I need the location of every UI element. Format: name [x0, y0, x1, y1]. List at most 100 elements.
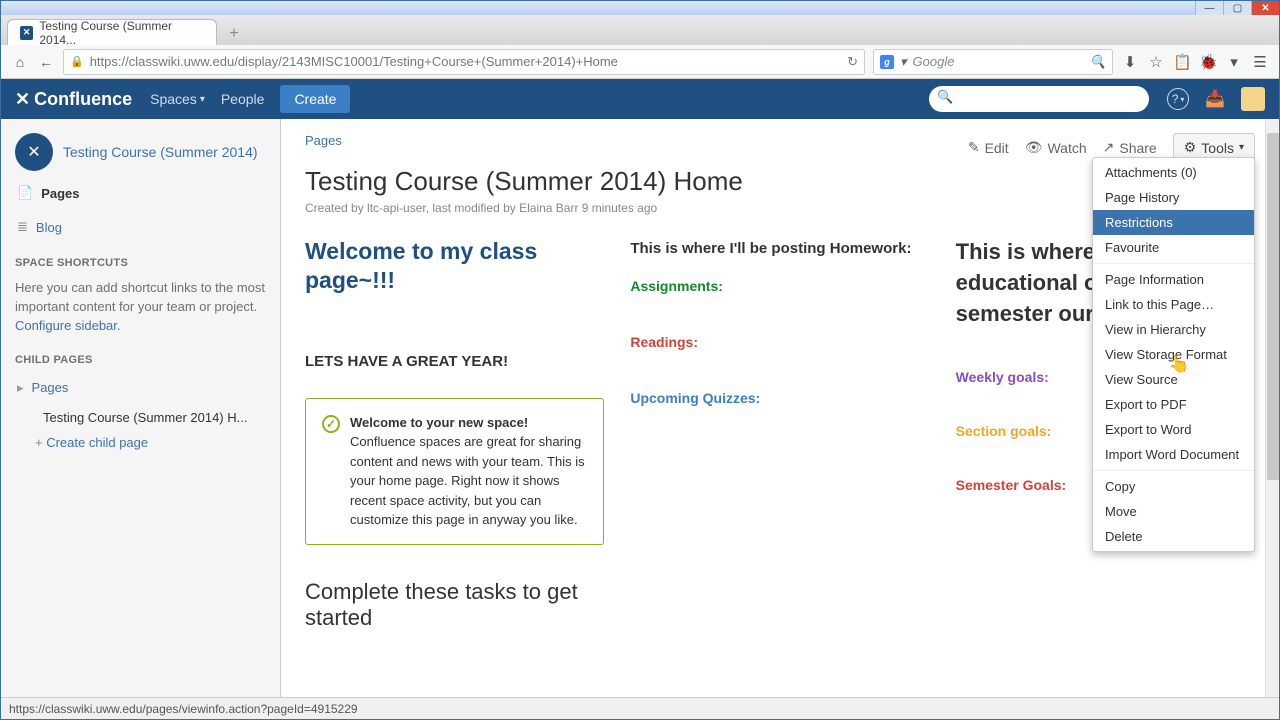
confluence-body: ✕ Testing Course (Summer 2014) 📄 Pages ≣… — [1, 119, 1279, 697]
confluence-logo[interactable]: ✕ Confluence — [15, 89, 132, 110]
clipboard-icon[interactable]: 📋 — [1173, 53, 1191, 71]
tools-label: Tools — [1201, 140, 1234, 156]
search-icon[interactable]: 🔍 — [1090, 54, 1106, 70]
browser-tab-active[interactable]: ✕ Testing Course (Summer 2014... — [7, 19, 217, 45]
browser-statusbar: https://classwiki.uww.edu/pages/viewinfo… — [1, 697, 1279, 719]
blog-icon: ≣ — [17, 219, 28, 235]
column-left: Welcome to my class page~!!! LETS HAVE A… — [305, 237, 604, 631]
readings-label: Readings: — [630, 334, 929, 350]
eye-icon: 👁 — [1025, 139, 1043, 156]
sidebar-shortcuts-text: Here you can add shortcut links to the m… — [15, 280, 265, 314]
share-icon: ↗ — [1103, 139, 1115, 156]
back-icon[interactable]: ← — [37, 54, 55, 70]
create-child-label: Create child page — [46, 435, 148, 450]
user-avatar[interactable] — [1241, 87, 1265, 111]
tools-menu-item-attachments-0[interactable]: Attachments (0) — [1093, 160, 1254, 185]
gear-icon: ⚙ — [1184, 139, 1197, 156]
nav-spaces[interactable]: Spaces ▾ — [150, 91, 205, 107]
browser-toolbar: ⌂ ← 🔒 https://classwiki.uww.edu/display/… — [1, 45, 1279, 79]
tools-menu-item-page-history[interactable]: Page History — [1093, 185, 1254, 210]
window-minimize-button[interactable]: — — [1195, 1, 1223, 15]
watch-button[interactable]: 👁 Watch — [1025, 139, 1087, 156]
tools-menu-item-page-information[interactable]: Page Information — [1093, 267, 1254, 292]
assignments-label: Assignments: — [630, 278, 929, 294]
bookmarks-icon[interactable]: ☆ — [1147, 53, 1165, 71]
url-input[interactable]: 🔒 https://classwiki.uww.edu/display/2143… — [63, 49, 865, 75]
plus-icon: + — [35, 435, 46, 450]
tools-menu-item-restrictions[interactable]: Restrictions — [1093, 210, 1254, 235]
space-icon: ✕ — [15, 133, 53, 171]
space-header[interactable]: ✕ Testing Course (Summer 2014) — [15, 133, 266, 171]
panel-title: Welcome to your new space! — [350, 415, 528, 430]
nav-people[interactable]: People — [221, 91, 265, 107]
status-url: https://classwiki.uww.edu/pages/viewinfo… — [9, 702, 358, 716]
tools-menu-item-export-to-word[interactable]: Export to Word — [1093, 417, 1254, 442]
window-maximize-button[interactable]: ▢ — [1223, 1, 1251, 15]
tools-menu-item-copy[interactable]: Copy — [1093, 474, 1254, 499]
tools-menu-item-delete[interactable]: Delete — [1093, 524, 1254, 549]
panel-body: Welcome to your new space! Confluence sp… — [350, 413, 587, 530]
chevron-down-icon: ▾ — [200, 94, 205, 105]
confluence-favicon-icon: ✕ — [20, 26, 33, 40]
hamburger-icon[interactable]: ☰ — [1251, 53, 1269, 71]
sidebar-item-pages[interactable]: 📄 Pages — [15, 181, 266, 205]
configure-sidebar-link[interactable]: Configure sidebar — [15, 318, 117, 333]
chevron-down-icon: ▾ — [1239, 142, 1244, 153]
sidebar: ✕ Testing Course (Summer 2014) 📄 Pages ≣… — [1, 119, 281, 697]
home-icon[interactable]: ⌂ — [11, 54, 29, 70]
quizzes-label: Upcoming Quizzes: — [630, 390, 929, 406]
sidebar-blog-label: Blog — [36, 220, 62, 235]
share-label: Share — [1119, 140, 1156, 156]
window-titlebar: — ▢ ✕ — [1, 1, 1279, 15]
main-content: Pages ✎ Edit 👁 Watch ↗ Share ⚙ Tools ▾ — [281, 119, 1279, 697]
vertical-scrollbar[interactable] — [1265, 119, 1279, 697]
help-icon[interactable]: ?▾ — [1167, 88, 1189, 110]
scrollbar-thumb[interactable] — [1267, 133, 1279, 480]
create-button[interactable]: Create — [280, 85, 350, 113]
downloads-icon[interactable]: ⬇ — [1121, 53, 1139, 71]
dropdown-icon[interactable]: ▾ — [1225, 53, 1243, 71]
page-icon: ▸ — [17, 380, 24, 396]
edit-button[interactable]: ✎ Edit — [968, 139, 1009, 156]
check-icon: ✓ — [322, 415, 340, 433]
extension-icon[interactable]: 🐞 — [1199, 53, 1217, 71]
confluence-nav: Spaces ▾ People Create — [150, 85, 350, 113]
tools-menu-item-export-to-pdf[interactable]: Export to PDF — [1093, 392, 1254, 417]
tools-menu-item-link-to-this-page[interactable]: Link to this Page… — [1093, 292, 1254, 317]
tools-menu-item-import-word-document[interactable]: Import Word Document — [1093, 442, 1254, 467]
confluence-search-input[interactable] — [929, 86, 1149, 112]
inbox-icon[interactable]: 📥 — [1205, 89, 1225, 109]
window-close-button[interactable]: ✕ — [1251, 1, 1279, 15]
info-panel: ✓ Welcome to your new space! Confluence … — [305, 398, 604, 545]
url-text: https://classwiki.uww.edu/display/2143MI… — [90, 54, 618, 69]
confluence-logo-icon: ✕ — [15, 89, 30, 110]
nav-spaces-label: Spaces — [150, 91, 197, 107]
tools-menu-item-view-in-hierarchy[interactable]: View in Hierarchy — [1093, 317, 1254, 342]
confluence-header: ✕ Confluence Spaces ▾ People Create ?▾ 📥 — [1, 79, 1279, 119]
space-name: Testing Course (Summer 2014) — [63, 144, 258, 160]
tab-title: Testing Course (Summer 2014... — [39, 19, 204, 47]
watch-label: Watch — [1047, 140, 1086, 156]
new-tab-button[interactable]: + — [223, 23, 245, 45]
create-child-page[interactable]: + Create child page — [15, 435, 266, 450]
sidebar-child-pages[interactable]: ▸ Pages — [15, 376, 266, 400]
sidebar-item-blog[interactable]: ≣ Blog — [15, 215, 266, 239]
great-year-text: LETS HAVE A GREAT YEAR! — [305, 353, 604, 370]
browser-tabbar: ✕ Testing Course (Summer 2014... + — [1, 15, 1279, 45]
google-icon: g — [880, 55, 894, 69]
create-button-label: Create — [294, 91, 336, 107]
confluence-logo-text: Confluence — [34, 89, 132, 110]
menu-separator — [1093, 263, 1254, 264]
tasks-heading: Complete these tasks to get started — [305, 579, 604, 631]
share-button[interactable]: ↗ Share — [1103, 139, 1157, 156]
tools-menu-item-move[interactable]: Move — [1093, 499, 1254, 524]
pencil-icon: ✎ — [968, 139, 980, 156]
column-middle: This is where I'll be posting Homework: … — [630, 237, 929, 631]
reload-icon[interactable]: ↻ — [847, 54, 858, 70]
confluence-search[interactable] — [929, 86, 1149, 112]
sidebar-child-pages-label: Pages — [32, 380, 69, 395]
tools-menu-item-favourite[interactable]: Favourite — [1093, 235, 1254, 260]
tools-menu: Attachments (0)Page HistoryRestrictionsF… — [1092, 157, 1255, 552]
sidebar-child-current[interactable]: Testing Course (Summer 2014) H... — [15, 410, 266, 425]
browser-search-input[interactable]: g ▾ Google 🔍 — [873, 49, 1113, 75]
